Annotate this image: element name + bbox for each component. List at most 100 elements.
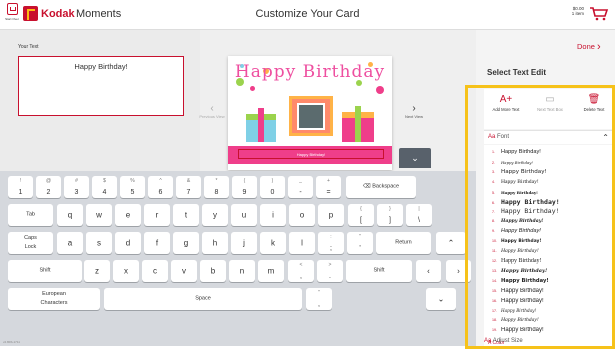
key-label: r bbox=[155, 210, 159, 220]
key-c[interactable]: c bbox=[142, 260, 168, 282]
cart-item-count: 1 item bbox=[571, 11, 584, 16]
key-n[interactable]: n bbox=[229, 260, 255, 282]
key-label: j bbox=[243, 238, 245, 248]
key-e[interactable]: e bbox=[115, 204, 141, 226]
key-label: o bbox=[299, 210, 305, 220]
key-g[interactable]: g bbox=[173, 232, 199, 254]
done-button[interactable]: Done › bbox=[577, 40, 601, 53]
key-shift-char: & bbox=[186, 178, 191, 184]
key-shift-char: : bbox=[330, 234, 332, 240]
key-h[interactable]: h bbox=[202, 232, 228, 254]
key-sym[interactable]: " ' bbox=[347, 232, 373, 254]
key-label: Space bbox=[195, 295, 211, 302]
key-shift-char: } bbox=[389, 206, 391, 212]
key-w[interactable]: w bbox=[86, 204, 112, 226]
key-s[interactable]: s bbox=[86, 232, 112, 254]
highlight-frame bbox=[465, 85, 615, 349]
key-y[interactable]: y bbox=[202, 204, 228, 226]
key-sym[interactable]: | \ bbox=[406, 204, 432, 226]
key-label: u bbox=[241, 210, 247, 220]
arrow-left-key[interactable]: ‹ bbox=[416, 260, 441, 282]
key-3[interactable]: #3 bbox=[64, 176, 89, 198]
key-label: b bbox=[210, 266, 216, 276]
key-label: Caps Lock bbox=[24, 235, 37, 250]
key-shift-char: ( bbox=[243, 178, 246, 184]
text-input-box[interactable]: Happy Birthday! bbox=[18, 56, 184, 116]
key-7[interactable]: & 7 bbox=[176, 176, 201, 198]
key-sym[interactable]: >. bbox=[317, 260, 343, 282]
your-text-label: Your Text bbox=[18, 44, 39, 50]
key-char: , bbox=[318, 301, 320, 308]
key-char: 0 bbox=[270, 189, 275, 196]
key-label: n bbox=[239, 266, 245, 276]
key-label: g bbox=[183, 238, 189, 248]
arrow-down-key[interactable]: ⌄ bbox=[426, 288, 456, 310]
key-l[interactable]: l bbox=[289, 232, 315, 254]
key-u[interactable]: u bbox=[231, 204, 257, 226]
key-6[interactable]: ^ 6 bbox=[148, 176, 173, 198]
key-b[interactable]: b bbox=[200, 260, 226, 282]
key-o[interactable]: o bbox=[289, 204, 315, 226]
key-2[interactable]: @2 bbox=[36, 176, 61, 198]
key-4[interactable]: $4 bbox=[92, 176, 117, 198]
tab-key[interactable]: Tab bbox=[8, 204, 53, 226]
caps-lock-key[interactable]: Caps Lock bbox=[8, 232, 53, 254]
key-label: i bbox=[272, 210, 274, 220]
key-p[interactable]: p bbox=[318, 204, 344, 226]
key-char: 9 bbox=[242, 189, 247, 196]
caps-up-key[interactable]: ⌃ bbox=[436, 232, 466, 254]
key-j[interactable]: j bbox=[231, 232, 257, 254]
key-z[interactable]: z bbox=[84, 260, 110, 282]
key-shift-char: _ bbox=[299, 178, 302, 184]
key-k[interactable]: k bbox=[260, 232, 286, 254]
key-sym[interactable]: {[ bbox=[348, 204, 374, 226]
key-shift-char: $ bbox=[103, 178, 106, 184]
card-text-box[interactable]: Happy Birthday! bbox=[238, 149, 384, 159]
key-char: \ bbox=[418, 217, 420, 224]
key-x[interactable]: x bbox=[113, 260, 139, 282]
space-key[interactable]: Space bbox=[104, 288, 302, 310]
hide-keyboard-button[interactable]: ⌄ bbox=[399, 148, 431, 168]
key-a[interactable]: a bbox=[57, 232, 83, 254]
key-quote[interactable]: ", bbox=[306, 288, 332, 310]
key-d[interactable]: d bbox=[115, 232, 141, 254]
key-char: 5 bbox=[130, 189, 135, 196]
shift-key-left[interactable]: Shift bbox=[8, 260, 82, 282]
key-sym[interactable]: :; bbox=[318, 232, 344, 254]
key-1[interactable]: ! 1 bbox=[8, 176, 33, 198]
key-r[interactable]: r bbox=[144, 204, 170, 226]
return-key[interactable]: Return bbox=[376, 232, 431, 254]
backspace-key[interactable]: ⌫ Backspace bbox=[346, 176, 416, 198]
key-t[interactable]: t bbox=[173, 204, 199, 226]
key-sym[interactable]: <, bbox=[288, 260, 314, 282]
card-preview[interactable]: Happy Birthday Happy Birthday! bbox=[228, 56, 392, 170]
photo bbox=[297, 103, 325, 130]
previous-view-button[interactable]: ‹ Previous View bbox=[197, 104, 227, 120]
key-v[interactable]: v bbox=[171, 260, 197, 282]
key-label: European Characters bbox=[40, 291, 68, 306]
key-shift-char: @ bbox=[45, 178, 52, 184]
cart-icon[interactable] bbox=[589, 7, 609, 21]
key-0[interactable]: ) 0 bbox=[260, 176, 285, 198]
key-char: [ bbox=[360, 217, 362, 224]
key-m[interactable]: m bbox=[258, 260, 284, 282]
key-=[interactable]: + = bbox=[316, 176, 341, 198]
key-label: ‹ bbox=[427, 266, 430, 276]
european-characters-key[interactable]: European Characters bbox=[8, 288, 100, 310]
photo-frame[interactable] bbox=[289, 96, 333, 136]
key-8[interactable]: * 8 bbox=[204, 176, 229, 198]
key-q[interactable]: q bbox=[57, 204, 83, 226]
shift-key-right[interactable]: Shift bbox=[346, 260, 412, 282]
key-f[interactable]: f bbox=[144, 232, 170, 254]
key--[interactable]: _ - bbox=[288, 176, 313, 198]
next-view-button[interactable]: › Next View bbox=[397, 104, 431, 120]
key-char: . bbox=[329, 273, 331, 280]
key-5[interactable]: % 5 bbox=[120, 176, 145, 198]
chevron-down-icon: ⌄ bbox=[411, 153, 419, 163]
card-headline: Happy Birthday bbox=[234, 62, 386, 82]
key-i[interactable]: i bbox=[260, 204, 286, 226]
cart-summary[interactable]: $0.00 1 item bbox=[560, 6, 584, 16]
key-9[interactable]: (9 bbox=[232, 176, 257, 198]
select-text-edit-heading: Select Text Edit bbox=[487, 68, 546, 77]
key-sym[interactable]: }] bbox=[377, 204, 403, 226]
